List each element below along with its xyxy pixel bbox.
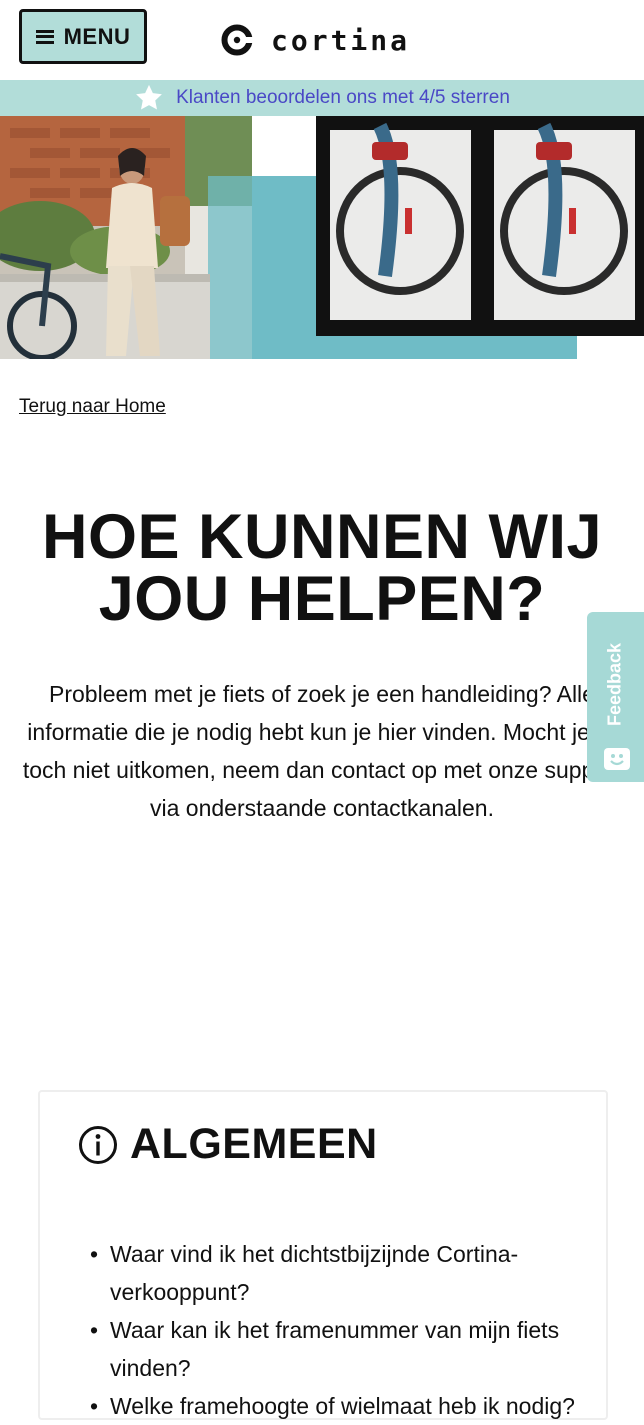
menu-label: MENU <box>63 23 131 49</box>
intro-text: Probleem met je fiets of zoek je een han… <box>22 681 622 821</box>
info-icon <box>79 1125 117 1164</box>
faq-card-general: ALGEMEEN Waar vind ik het dichtstbijzijn… <box>38 1090 608 1425</box>
rating-banner: Klanten beoordelen ons met 4/5 sterren <box>0 80 644 116</box>
faq-card-title: ALGEMEEN <box>130 1120 378 1168</box>
faq-item[interactable]: Welke framehoogte of wielmaat heb ik nod… <box>88 1387 588 1425</box>
faq-list: Waar vind ik het dichtstbijzijnde Cortin… <box>88 1235 588 1425</box>
feedback-tab[interactable]: Feedback <box>587 612 644 782</box>
hamburger-icon <box>35 29 54 44</box>
site-header: MENU cortina <box>0 0 644 80</box>
feedback-label: Feedback <box>604 642 625 727</box>
menu-button[interactable]: MENU <box>19 9 147 64</box>
faq-item[interactable]: Waar kan ik het framenummer van mijn fie… <box>88 1311 588 1387</box>
chat-smiley-icon <box>604 748 630 770</box>
back-to-home-link[interactable]: Terug naar Home <box>19 396 166 418</box>
star-icon <box>136 84 162 110</box>
brand-logo[interactable]: cortina <box>221 20 410 60</box>
page-title-line-2: JOU HELPEN? <box>98 564 546 634</box>
cortina-logo-icon <box>221 24 253 56</box>
page-title: HOE KUNNEN WIJ JOU HELPEN? <box>0 506 644 631</box>
rating-text: Klanten beoordelen ons met 4/5 sterren <box>176 87 510 108</box>
page-title-line-1: HOE KUNNEN WIJ <box>41 502 603 572</box>
logo-wordmark: cortina <box>271 23 411 57</box>
hero-image <box>0 116 644 359</box>
faq-card-header: ALGEMEEN <box>78 1120 378 1169</box>
faq-item[interactable]: Waar vind ik het dichtstbijzijnde Cortin… <box>88 1235 588 1311</box>
